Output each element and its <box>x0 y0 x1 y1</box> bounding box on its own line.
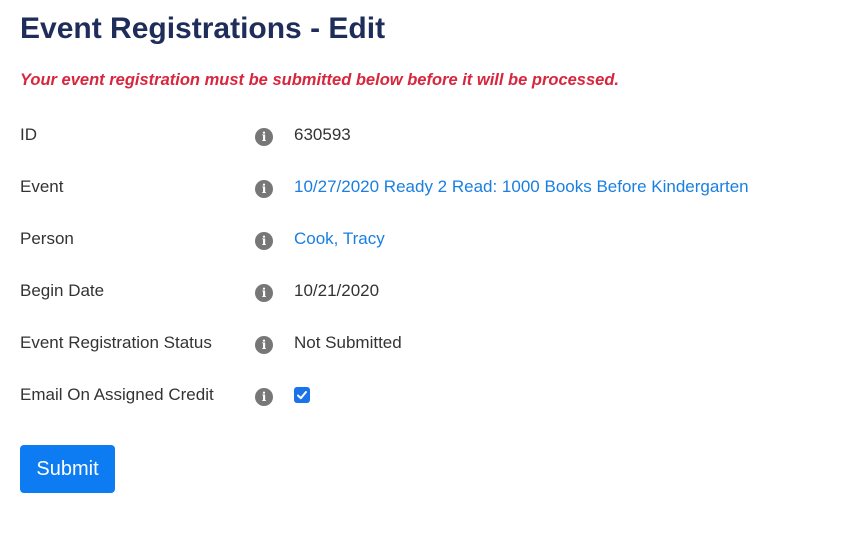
field-row-event: Event i 10/27/2020 Ready 2 Read: 1000 Bo… <box>0 174 851 200</box>
info-icon[interactable]: i <box>255 388 273 406</box>
info-icon[interactable]: i <box>255 336 273 354</box>
field-label-person: Person <box>20 229 74 248</box>
field-row-id: ID i 630593 <box>0 122 851 148</box>
field-label-status: Event Registration Status <box>20 333 212 352</box>
field-label-event: Event <box>20 177 64 196</box>
event-link[interactable]: 10/27/2020 Ready 2 Read: 1000 Books Befo… <box>294 177 749 196</box>
person-link[interactable]: Cook, Tracy <box>294 229 385 248</box>
field-row-person: Person i Cook, Tracy <box>0 226 851 252</box>
info-icon[interactable]: i <box>255 232 273 250</box>
field-value-status: Not Submitted <box>294 333 402 352</box>
field-value-begin-date: 10/21/2020 <box>294 281 380 300</box>
field-row-status: Event Registration Status i Not Submitte… <box>0 330 851 356</box>
field-value-id: 630593 <box>294 125 351 144</box>
field-value-person: Cook, Tracy <box>294 226 385 252</box>
field-label-begin-date: Begin Date <box>20 281 105 300</box>
field-label-email-on-credit: Email On Assigned Credit <box>20 385 214 404</box>
checkmark-icon <box>297 391 307 400</box>
edit-page: Event Registrations - Edit Your event re… <box>0 0 851 560</box>
field-value-event: 10/27/2020 Ready 2 Read: 1000 Books Befo… <box>294 174 749 200</box>
submission-notice: Your event registration must be submitte… <box>20 71 620 89</box>
submit-button[interactable]: Submit <box>20 445 115 493</box>
info-icon[interactable]: i <box>255 128 273 146</box>
field-row-begin-date: Begin Date i 10/21/2020 <box>0 278 851 304</box>
field-row-email-on-credit: Email On Assigned Credit i <box>0 382 851 408</box>
email-on-credit-checkbox[interactable] <box>294 387 310 403</box>
info-icon[interactable]: i <box>255 284 273 302</box>
field-label-id: ID <box>20 125 37 144</box>
page-title: Event Registrations - Edit <box>20 12 386 45</box>
info-icon[interactable]: i <box>255 180 273 198</box>
